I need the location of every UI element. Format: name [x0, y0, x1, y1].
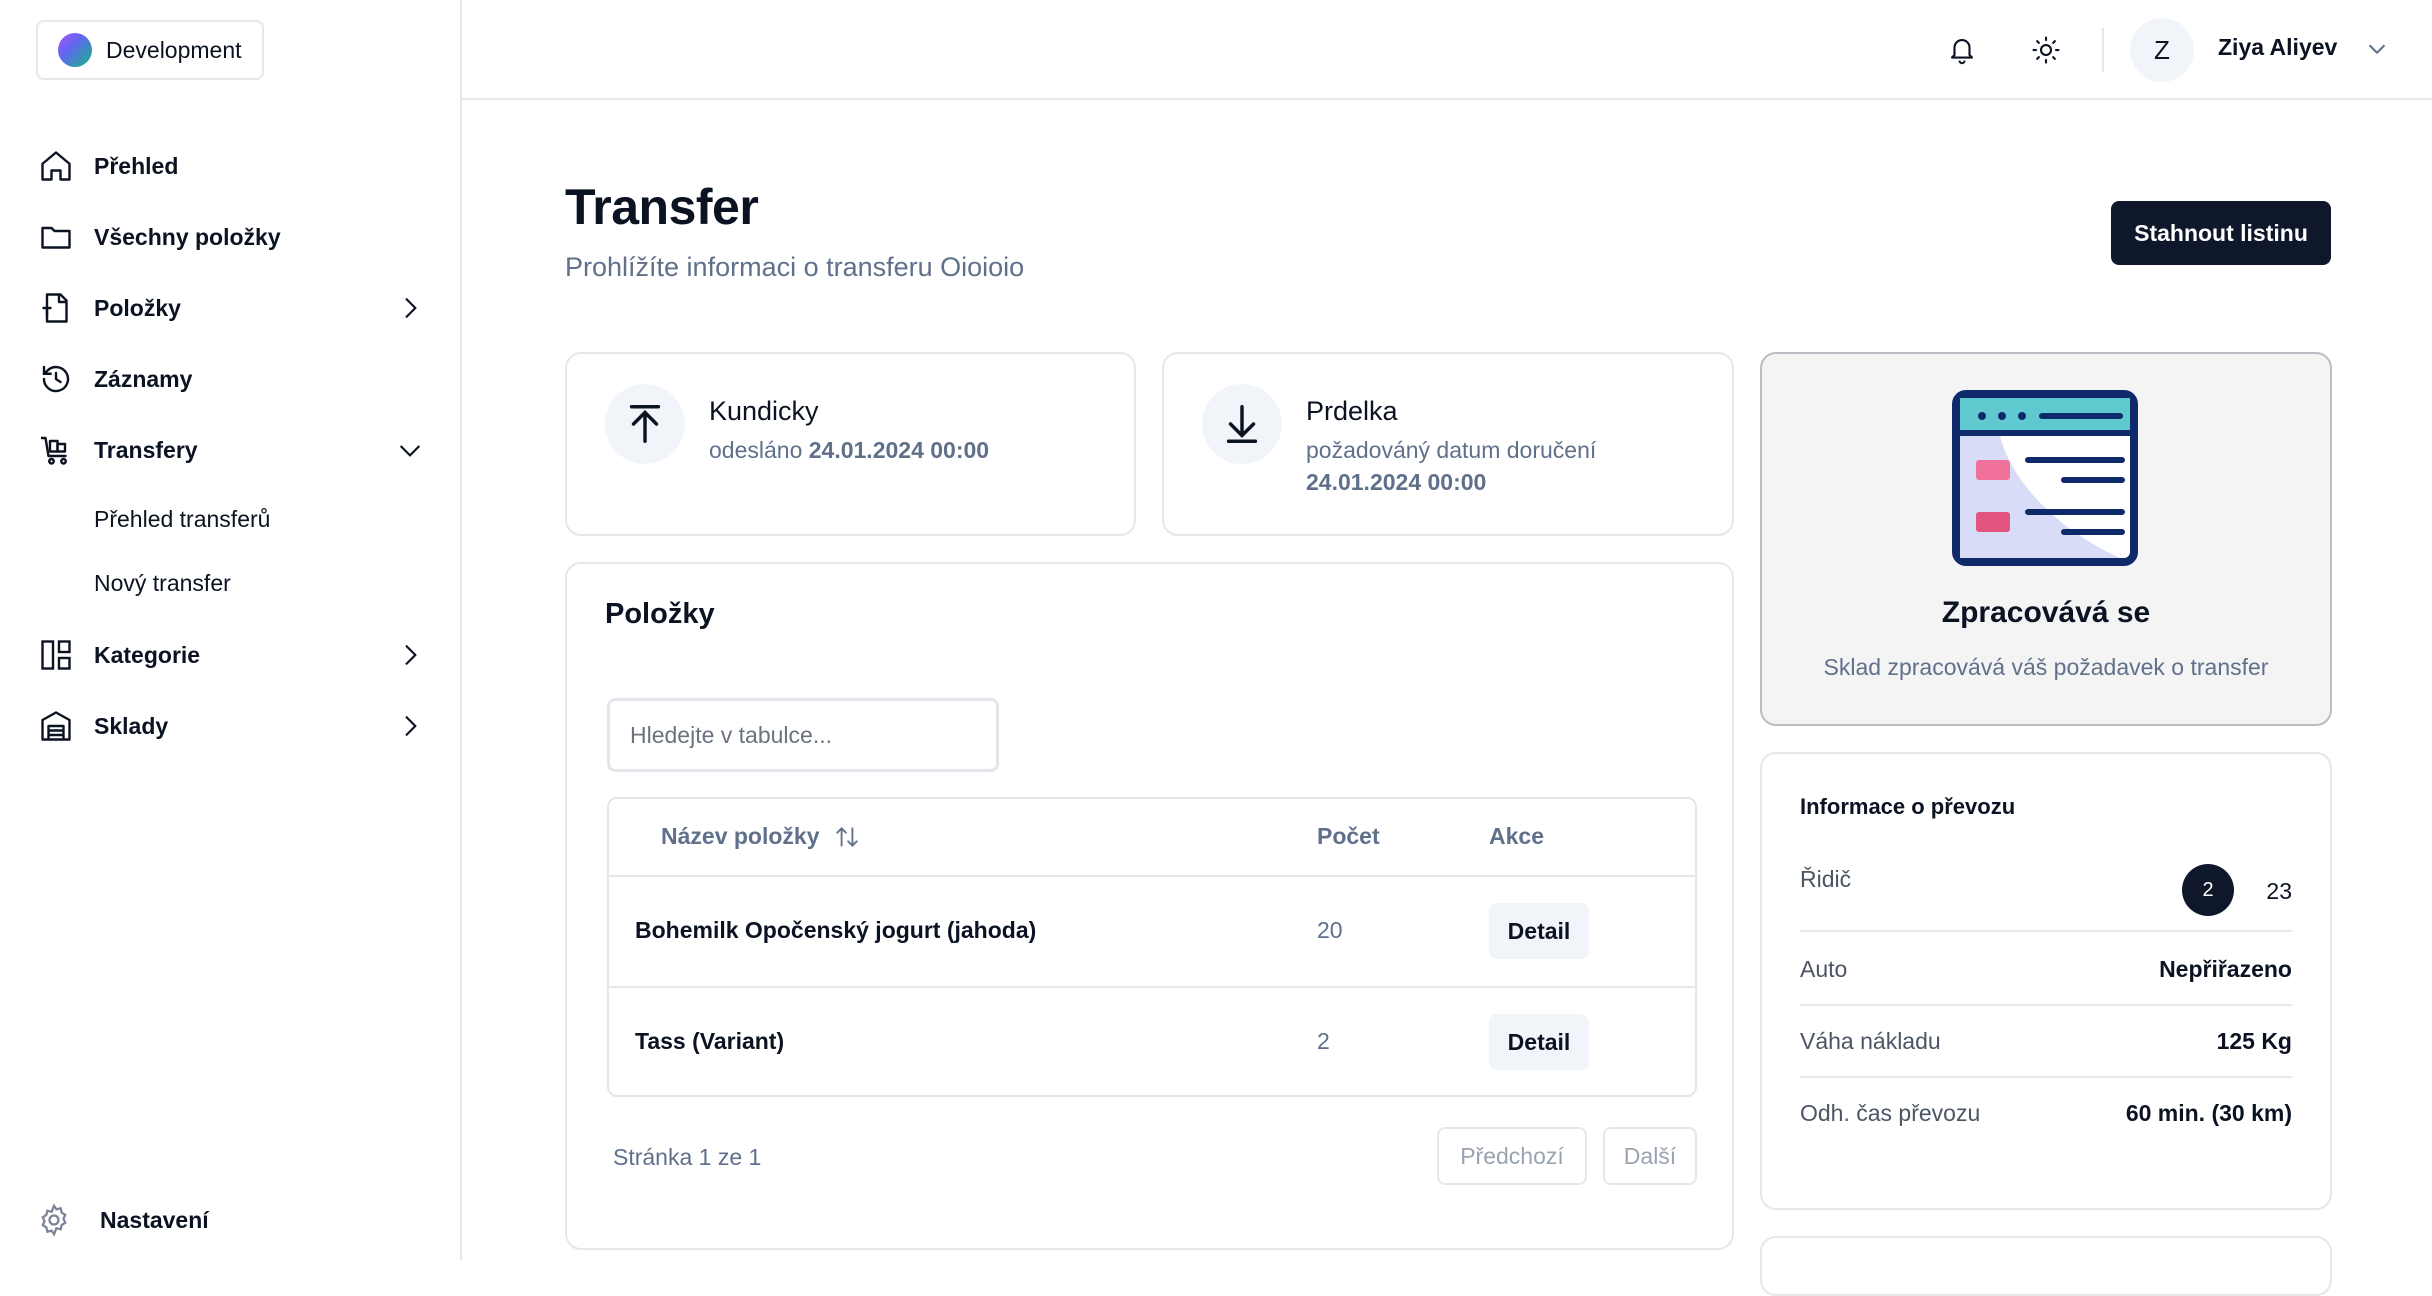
sidebar-item-polozky[interactable]: Položky: [36, 282, 426, 334]
sidebar-item-label: Záznamy: [94, 365, 193, 392]
item-count: 2: [1317, 1028, 1330, 1054]
sidebar-subitem-prehled-transferu[interactable]: Přehled transferů: [94, 506, 270, 533]
settings-link[interactable]: Nastavení: [36, 1202, 209, 1238]
item-name: Bohemilk Opočenský jogurt (jahoda): [635, 917, 1037, 943]
origin-date: 24.01.2024 00:00: [808, 437, 990, 463]
warehouse-icon: [36, 706, 76, 746]
folder-icon: [36, 217, 76, 257]
status-title: Zpracovává se: [1941, 596, 2151, 629]
pagination-info: Stránka 1 ze 1: [613, 1144, 762, 1170]
workspace-switcher[interactable]: Development: [36, 20, 264, 80]
info-value: 60 min. (30 km): [2125, 1100, 2292, 1126]
chevron-down-icon: [394, 434, 426, 466]
chevron-right-icon: [394, 292, 426, 324]
sidebar-item-sklady[interactable]: Sklady: [36, 700, 426, 752]
origin-meta-prefix: odesláno: [709, 437, 803, 463]
sidebar-item-prehled[interactable]: Přehled: [36, 140, 426, 192]
items-title: Položky: [605, 598, 715, 630]
transport-row-eta: Odh. čas převozu 60 min. (30 km): [1800, 1078, 2292, 1150]
info-label: Auto: [1800, 956, 1848, 982]
sidebar-subitem-novy-transfer[interactable]: Nový transfer: [94, 570, 231, 597]
info-label: Řidič: [1800, 866, 1852, 892]
status-description: Sklad zpracovává váš požadavek o transfe…: [1823, 654, 2269, 680]
destination-card: Prdelka požadováný datum doručení 24.01.…: [1162, 352, 1734, 536]
sidebar-item-label: Přehled: [94, 152, 179, 179]
transport-info-title: Informace o převozu: [1800, 794, 2016, 819]
home-icon: [36, 146, 76, 186]
page-title: Transfer: [565, 179, 759, 235]
table-row: Bohemilk Opočenský jogurt (jahoda) 20 De…: [609, 877, 1695, 988]
page-subtitle: Prohlížíte informaci o transferu Oioioio: [565, 252, 1025, 282]
sidebar-item-label: Položky: [94, 294, 181, 321]
origin-meta: odesláno 24.01.2024 00:00: [709, 434, 989, 466]
file-icon: [36, 288, 76, 328]
transport-row-weight: Váha nákladu 125 Kg: [1800, 1006, 2292, 1078]
gear-icon: [36, 1202, 72, 1238]
detail-button[interactable]: Detail: [1489, 903, 1589, 959]
table-header: Název položky Počet Akce: [609, 799, 1695, 877]
sort-icon: [834, 824, 860, 850]
arrow-down-to-line-icon: [1202, 384, 1282, 464]
info-label: Odh. čas převozu: [1800, 1100, 1981, 1126]
info-label: Váha nákladu: [1800, 1028, 1941, 1054]
destination-date: 24.01.2024 00:00: [1306, 469, 1487, 495]
sidebar-item-label: Všechny položky: [94, 223, 281, 250]
cart-icon: [36, 430, 76, 470]
detail-button[interactable]: Detail: [1489, 1014, 1589, 1070]
next-card-partial: [1760, 1236, 2332, 1296]
driver-count: 23: [2266, 878, 2292, 904]
history-icon: [36, 359, 76, 399]
items-card: Položky Název položky Počet Akce Bohemil…: [565, 562, 1734, 1250]
column-header-name[interactable]: Název položky: [661, 823, 860, 850]
info-value: 125 Kg: [2216, 1028, 2292, 1054]
settings-label: Nastavení: [100, 1206, 209, 1233]
processing-illustration-icon: [1952, 390, 2138, 566]
chevron-right-icon: [394, 710, 426, 742]
sidebar-item-label: Sklady: [94, 712, 169, 739]
sidebar-item-zaznamy[interactable]: Záznamy: [36, 353, 426, 405]
bell-icon[interactable]: [1940, 28, 1984, 72]
user-name[interactable]: Ziya Aliyev: [2218, 34, 2337, 61]
chevron-right-icon: [394, 639, 426, 671]
sidebar-item-label: Kategorie: [94, 641, 201, 668]
info-value: Nepřiřazeno: [2159, 956, 2292, 982]
sidebar-item-kategorie[interactable]: Kategorie: [36, 629, 426, 681]
origin-name: Kundicky: [709, 396, 819, 426]
workspace-logo-icon: [58, 33, 92, 67]
workspace-name: Development: [106, 36, 242, 63]
destination-meta: požadováný datum doručení 24.01.2024 00:…: [1306, 434, 1596, 498]
driver-avatar[interactable]: 2: [2182, 864, 2234, 916]
avatar[interactable]: Z: [2130, 18, 2194, 82]
sidebar-item-transfery[interactable]: Transfery: [36, 424, 426, 476]
sun-icon[interactable]: [2024, 28, 2068, 72]
layout-icon: [36, 635, 76, 675]
divider: [2102, 28, 2104, 72]
previous-page-button[interactable]: Předchozí: [1437, 1127, 1587, 1185]
items-table: Název položky Počet Akce Bohemilk Opočen…: [607, 797, 1697, 1097]
transport-info-card: Informace o převozu Řidič 2 23 Auto Nepř…: [1760, 752, 2332, 1210]
column-header-count: Počet: [1317, 823, 1380, 849]
transport-row-auto: Auto Nepřiřazeno: [1800, 934, 2292, 1006]
sidebar-item-label: Transfery: [94, 436, 198, 463]
topbar: Z Ziya Aliyev: [462, 0, 2432, 100]
table-search-input[interactable]: [607, 698, 999, 772]
status-card: Zpracovává se Sklad zpracovává váš požad…: [1760, 352, 2332, 726]
chevron-down-icon[interactable]: [2362, 34, 2392, 64]
download-button[interactable]: Stahnout listinu: [2111, 201, 2331, 265]
column-header-label: Název položky: [661, 823, 820, 849]
item-name: Tass (Variant): [635, 1028, 785, 1054]
item-count: 20: [1317, 917, 1343, 943]
table-row: Tass (Variant) 2 Detail: [609, 988, 1695, 1095]
arrow-up-to-line-icon: [605, 384, 685, 464]
transport-row-driver: Řidič 2 23: [1800, 850, 2292, 932]
origin-card: Kundicky odesláno 24.01.2024 00:00: [565, 352, 1136, 536]
sidebar: Development Přehled Všechny položky Polo…: [0, 0, 462, 1260]
column-header-action: Akce: [1489, 823, 1544, 849]
destination-name: Prdelka: [1306, 396, 1398, 426]
next-page-button[interactable]: Další: [1603, 1127, 1697, 1185]
destination-meta-prefix: požadováný datum doručení: [1306, 437, 1597, 463]
sidebar-item-vsechny-polozky[interactable]: Všechny položky: [36, 211, 426, 263]
